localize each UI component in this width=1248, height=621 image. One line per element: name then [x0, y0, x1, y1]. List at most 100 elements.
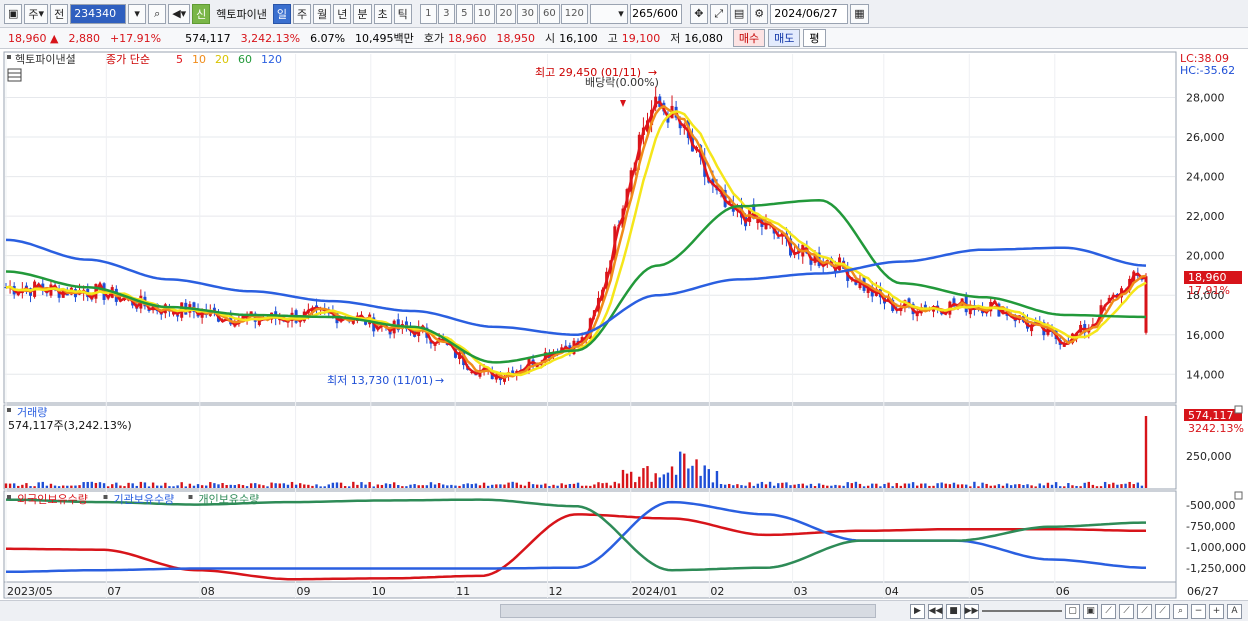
volume-bar — [1046, 482, 1050, 488]
period-tab[interactable]: 초 — [373, 3, 392, 24]
speaker-icon[interactable]: ◀▾ — [168, 3, 191, 24]
draw-line-icon[interactable]: ⟋ — [1155, 603, 1170, 619]
volume-bar — [17, 485, 20, 488]
interval-tab[interactable]: 120 — [560, 3, 588, 24]
count-input[interactable]: 265/600 — [629, 3, 682, 24]
scroll-right-icon[interactable]: ▶ — [910, 603, 925, 619]
volume-bar — [564, 484, 567, 488]
tools-icon[interactable]: ⤢ — [709, 3, 728, 24]
volume-bar — [552, 484, 555, 488]
y-axis-label: 28,000 — [1186, 91, 1225, 104]
volume-bar — [94, 482, 98, 488]
prev-button[interactable]: 전 — [50, 3, 69, 24]
legend-name: 헥토파이낸셜 — [15, 53, 76, 66]
chevron-down-icon[interactable]: ▾ — [128, 3, 147, 24]
fast-forward-icon[interactable]: ▶▶ — [964, 603, 979, 619]
period-tab[interactable]: 분 — [353, 3, 372, 24]
volume-bar — [1038, 483, 1041, 488]
draw-line-icon[interactable]: ⟋ — [1101, 603, 1116, 619]
save-icon[interactable]: ▤ — [729, 3, 749, 24]
volume-bar — [883, 483, 886, 488]
change-pct: +17.91% — [109, 31, 162, 45]
layout-icon[interactable]: ▣ — [1083, 603, 1098, 619]
volume-bar — [875, 483, 878, 488]
open-label: 시 — [545, 32, 556, 45]
text-tool-icon[interactable]: A — [1227, 603, 1242, 619]
mode-select[interactable]: 주 ▾ — [24, 3, 49, 24]
panel-close-icon[interactable] — [1234, 405, 1243, 414]
stock-chart[interactable]: 14,00016,00018,00020,00022,00024,00026,0… — [0, 50, 1248, 600]
volume-bar — [4, 483, 8, 488]
zoom-out-icon[interactable]: − — [1191, 603, 1206, 619]
crosshair-icon[interactable]: ✥ — [689, 3, 708, 24]
layout-icon[interactable]: ▢ — [1065, 603, 1080, 619]
volume-bar — [699, 475, 702, 488]
date-input[interactable]: 2024/06/27 — [770, 3, 849, 24]
period-tab[interactable]: 월 — [313, 3, 332, 24]
period-tab[interactable]: 일 — [272, 3, 292, 24]
volume-bar — [1034, 486, 1037, 488]
volume-bar — [8, 483, 12, 488]
zoom-slider[interactable] — [982, 610, 1062, 612]
volume-axis-label: 250,000 — [1186, 450, 1232, 463]
draw-line-icon[interactable]: ⟋ — [1119, 603, 1134, 619]
volume-bar — [307, 484, 310, 488]
volume-bar — [838, 485, 841, 488]
window-icon[interactable]: ▣ — [4, 3, 23, 24]
volume-bar — [952, 482, 956, 488]
period-tab[interactable]: 주 — [293, 3, 312, 24]
interval-tab[interactable]: 1 — [419, 3, 437, 24]
interval-tab[interactable]: 60 — [538, 3, 560, 24]
interval-dropdown[interactable]: ▾ — [589, 3, 628, 24]
volume-bar — [53, 485, 57, 488]
scrollbar[interactable] — [500, 604, 876, 618]
volume-bar — [397, 484, 400, 488]
sell-button[interactable]: 매도 — [768, 29, 801, 47]
holdings-legend-label: 개인보유수량 — [199, 493, 260, 506]
volume-bar — [580, 485, 584, 488]
volume-bar — [491, 484, 494, 488]
buy-button[interactable]: 매수 — [732, 29, 766, 47]
volume-bar — [997, 484, 1001, 488]
volume-bar — [817, 483, 821, 488]
rewind-icon[interactable]: ◀◀ — [928, 603, 943, 619]
period-tab[interactable]: 년 — [333, 3, 352, 24]
interval-tab[interactable]: 30 — [517, 3, 538, 24]
search-icon[interactable]: ⌕ — [148, 3, 167, 24]
volume-bar — [86, 481, 89, 488]
stock-code-input[interactable]: 234340 — [70, 3, 127, 24]
avg-button[interactable]: 평 — [803, 29, 826, 47]
volume-bar — [989, 485, 992, 488]
zoom-icon[interactable]: ⌕ — [1173, 603, 1188, 619]
volume-bar — [948, 484, 952, 488]
volume-bar — [147, 486, 151, 488]
volume-bar — [797, 483, 800, 488]
volume-bar — [1063, 486, 1066, 488]
interval-tab[interactable]: 20 — [495, 3, 517, 24]
interval-tab[interactable]: 5 — [455, 3, 473, 24]
volume-bar — [106, 486, 110, 488]
volume-bar — [425, 485, 429, 488]
volume-bar — [879, 486, 882, 488]
panel-close-icon[interactable] — [1234, 491, 1243, 500]
volume-bar — [1018, 484, 1021, 488]
zoom-in-icon[interactable]: + — [1209, 603, 1224, 619]
volume-bar — [458, 485, 461, 488]
count-total: /600 — [653, 7, 678, 20]
interval-tab[interactable]: 3 — [437, 3, 455, 24]
volume-bar — [965, 484, 968, 488]
volume-bar — [523, 485, 527, 488]
table-icon[interactable] — [7, 68, 22, 82]
draw-line-icon[interactable]: ⟋ — [1137, 603, 1152, 619]
volume-bar — [1079, 486, 1082, 488]
volume-bar — [49, 483, 53, 488]
volume-bar — [180, 482, 183, 488]
volume-bar — [560, 483, 563, 488]
calendar-icon[interactable]: ▦ — [850, 3, 869, 24]
gear-icon[interactable]: ⚙ — [750, 3, 769, 24]
interval-tab[interactable]: 10 — [473, 3, 495, 24]
volume-bar — [282, 483, 286, 488]
volume-bar — [625, 473, 629, 488]
period-tab[interactable]: 틱 — [393, 3, 412, 24]
stop-icon[interactable]: ■ — [946, 603, 961, 619]
